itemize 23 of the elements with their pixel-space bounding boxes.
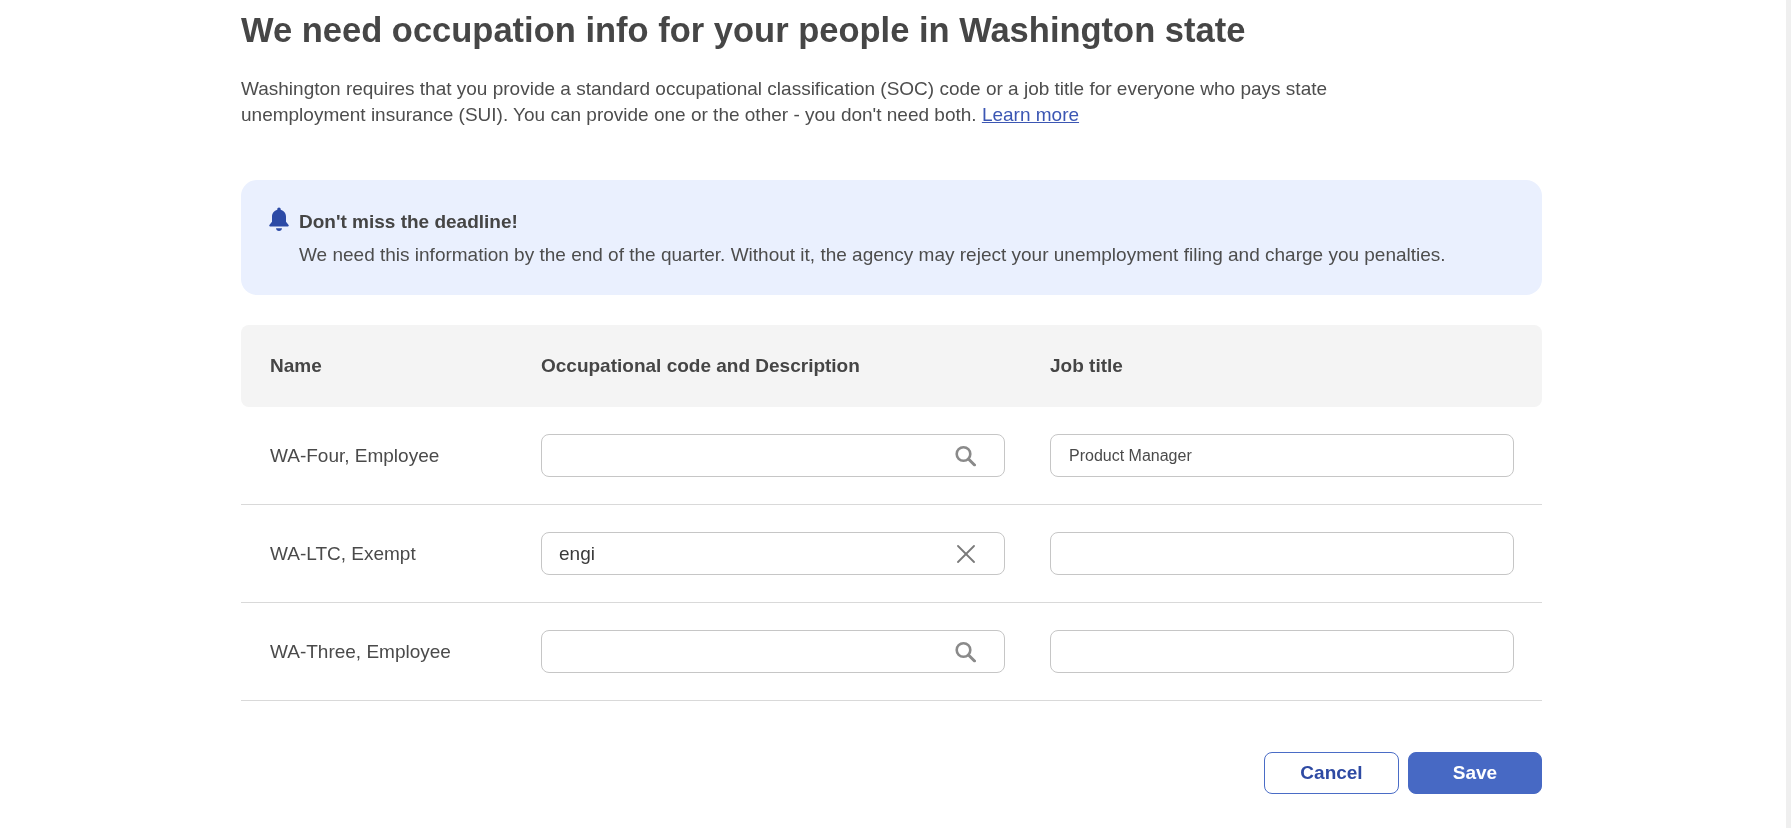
page-heading: We need occupation info for your people in Washington state [241, 10, 1246, 51]
cancel-button[interactable]: Cancel [1264, 752, 1399, 794]
column-header: Name [270, 355, 323, 377]
intro-text: Washington requires that you provide a standard occupational classification (SOC) code or a job title for everyone who pays state unemployment insurance (SUI). You can provide one or the other - you don't need both. Learn more [241, 77, 1329, 127]
occupation-search-field[interactable] [541, 434, 1005, 477]
occupation-search-field[interactable] [541, 630, 1005, 673]
search-icon [955, 445, 976, 466]
clear-icon[interactable] [957, 544, 975, 563]
job-title-field[interactable]: Product Manager [1050, 434, 1514, 477]
alert-title: Don't miss the deadline! [299, 210, 519, 234]
alert-message: We need this information by the end of the quarter. Without it, the agency may reject your unemployment filing and charge you penalties. [299, 243, 1446, 267]
job-title-field[interactable] [1050, 630, 1514, 673]
column-header: Occupational code and Description [541, 355, 861, 377]
job-title-field[interactable] [1050, 532, 1514, 575]
occupation-search-field[interactable]: engi [541, 532, 1005, 575]
save-button[interactable]: Save [1408, 752, 1542, 794]
bell-icon [269, 207, 289, 231]
employee-name: WA-LTC, Exempt [270, 542, 416, 564]
employee-name: WA-Four, Employee [270, 444, 440, 466]
column-header: Job title [1050, 355, 1124, 377]
employee-name: WA-Three, Employee [270, 640, 451, 662]
learn-more-link[interactable]: Learn more [981, 104, 1080, 125]
search-icon [955, 641, 976, 662]
